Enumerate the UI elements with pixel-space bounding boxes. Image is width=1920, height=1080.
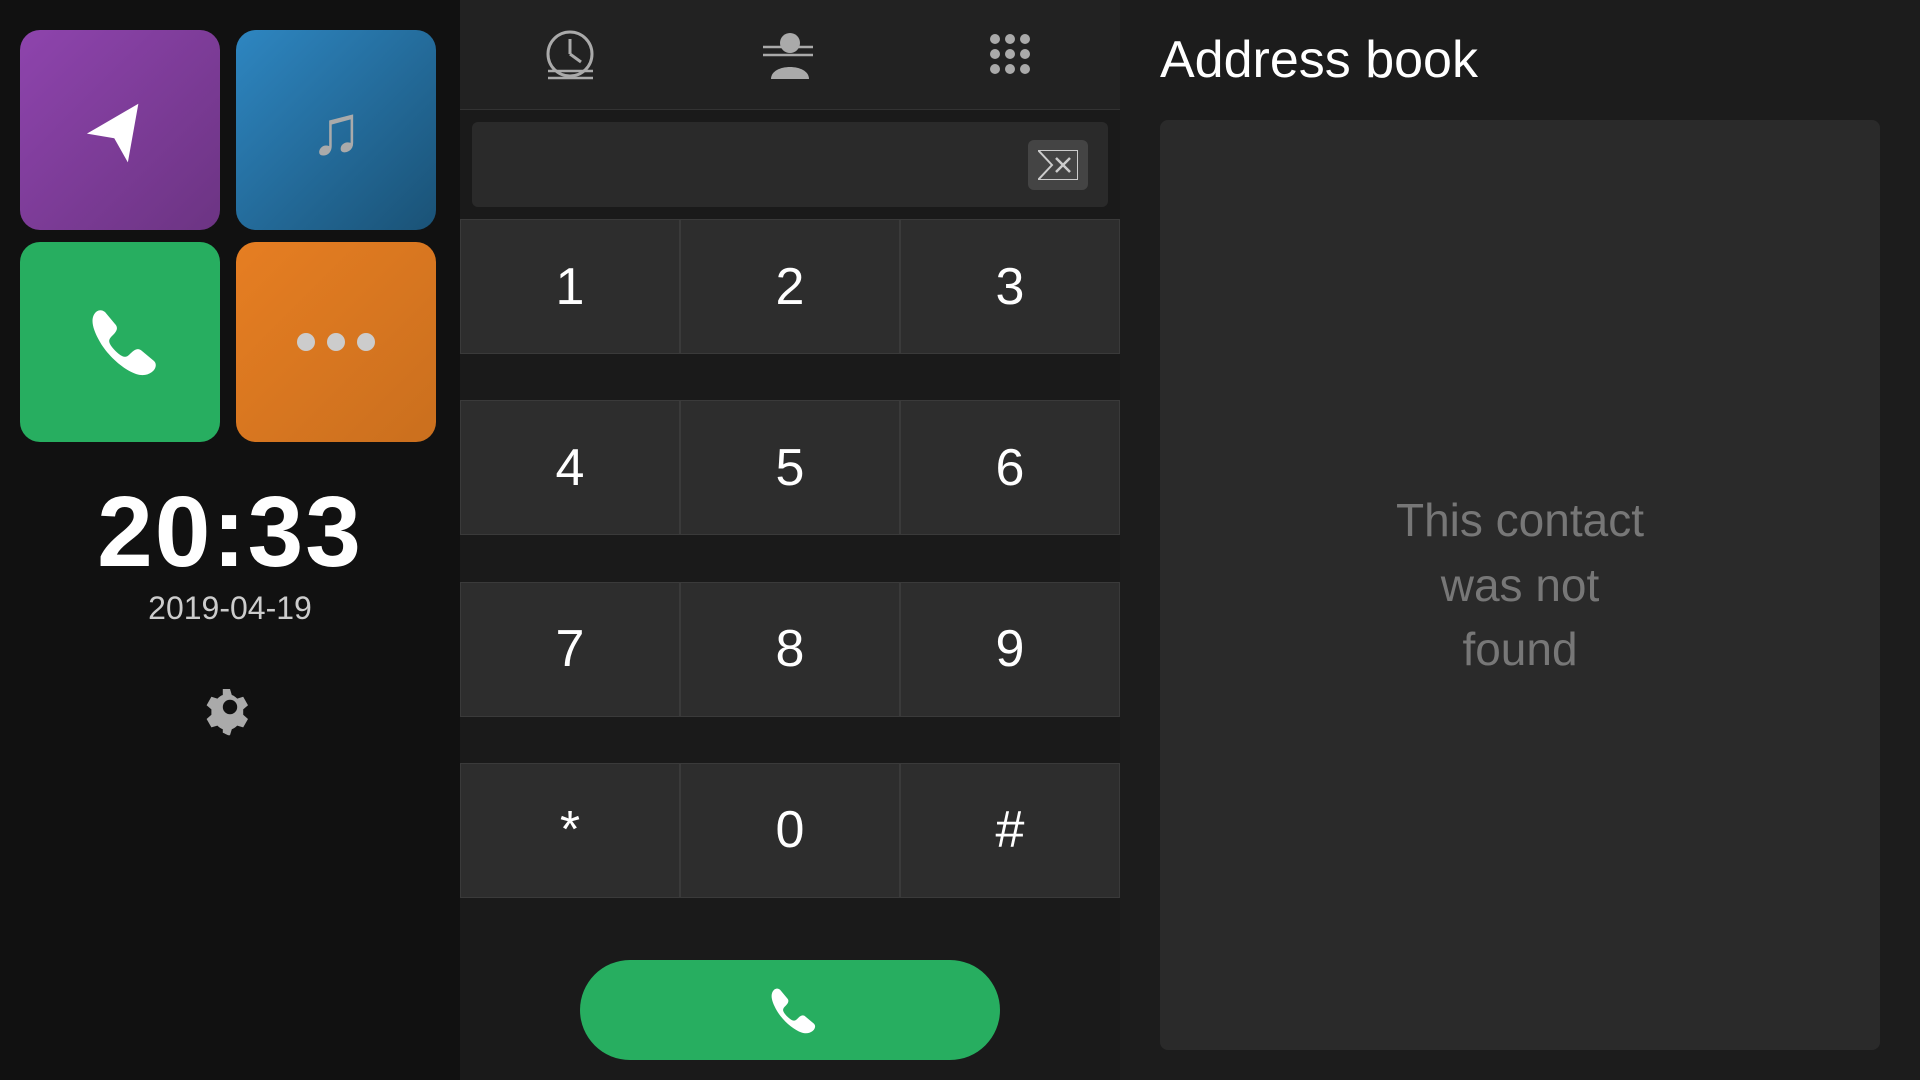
contacts-tab[interactable] (733, 17, 848, 92)
dial-key-7[interactable]: 7 (460, 582, 680, 717)
backspace-button[interactable] (1028, 140, 1088, 190)
app-tile-more[interactable] (236, 242, 436, 442)
dial-key-0[interactable]: 0 (680, 763, 900, 898)
dial-key-2[interactable]: 2 (680, 219, 900, 354)
dial-key-8[interactable]: 8 (680, 582, 900, 717)
recents-tab[interactable] (513, 17, 628, 92)
more-dots-icon (297, 333, 375, 351)
app-tile-phone[interactable] (20, 242, 220, 442)
clock-time: 20:33 (97, 482, 363, 582)
not-found-message: This contactwas notfound (1396, 488, 1644, 681)
dial-key-9[interactable]: 9 (900, 582, 1120, 717)
call-button[interactable] (580, 960, 1000, 1060)
call-phone-icon (763, 983, 818, 1038)
dial-key-hash[interactable]: # (900, 763, 1120, 898)
app-tile-music[interactable]: ♫ (236, 30, 436, 230)
contacts-icon (763, 27, 818, 82)
backspace-icon (1038, 150, 1078, 180)
right-panel: Address book This contactwas notfound (1120, 0, 1920, 1080)
dial-key-1[interactable]: 1 (460, 219, 680, 354)
clock-date: 2019-04-19 (97, 590, 363, 627)
address-book-title: Address book (1160, 30, 1880, 90)
recents-icon (543, 27, 598, 82)
dialpad-container: 1 2 3 4 5 6 7 8 9 * 0 # (460, 110, 1120, 1080)
app-tile-navigation[interactable] (20, 30, 220, 230)
top-nav (460, 0, 1120, 110)
clock-section: 20:33 2019-04-19 (97, 482, 363, 627)
settings-button[interactable] (200, 677, 260, 742)
dialpad-tab[interactable] (953, 17, 1068, 92)
phone-input-row (472, 122, 1108, 207)
dialpad-icon (983, 27, 1038, 82)
app-grid: ♫ (20, 30, 440, 442)
dial-key-6[interactable]: 6 (900, 400, 1120, 535)
dial-key-5[interactable]: 5 (680, 400, 900, 535)
center-panel: 1 2 3 4 5 6 7 8 9 * 0 # (460, 0, 1120, 1080)
address-book-content: This contactwas notfound (1160, 120, 1880, 1050)
music-icon: ♫ (310, 95, 363, 165)
navigation-icon (80, 90, 160, 170)
phone-icon (80, 302, 160, 382)
dialpad-grid: 1 2 3 4 5 6 7 8 9 * 0 # (460, 219, 1120, 944)
left-panel: ♫ 20:33 2019-04-19 (0, 0, 460, 1080)
dial-key-4[interactable]: 4 (460, 400, 680, 535)
phone-input[interactable] (492, 144, 1028, 186)
gear-icon (200, 677, 260, 737)
dial-key-3[interactable]: 3 (900, 219, 1120, 354)
call-button-row (460, 944, 1120, 1080)
dial-key-star[interactable]: * (460, 763, 680, 898)
